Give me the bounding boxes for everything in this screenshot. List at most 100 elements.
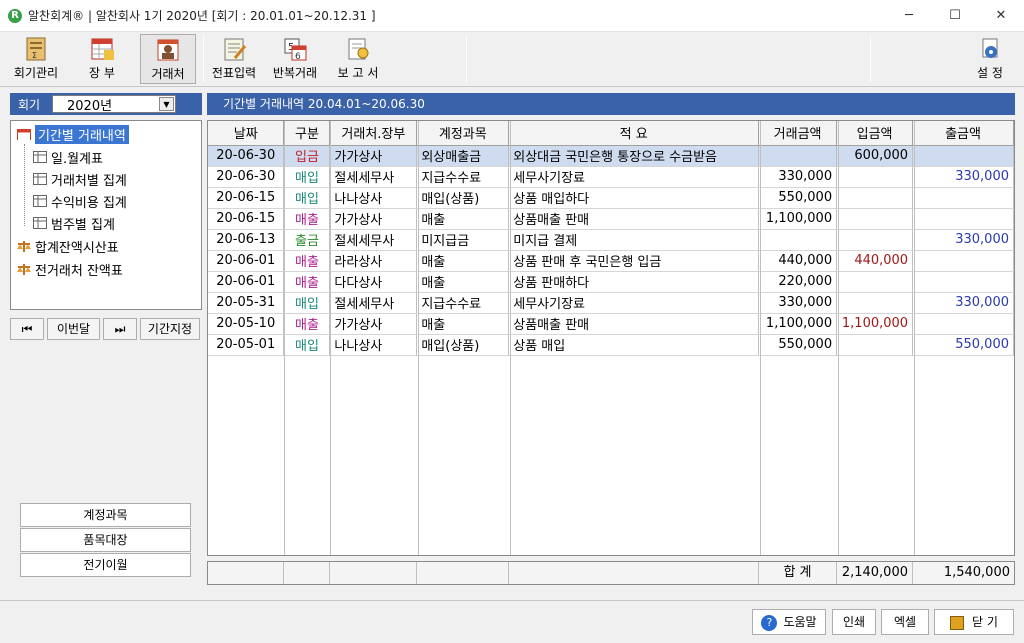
cell-account: 외상매출금 xyxy=(416,145,510,167)
first-page-button[interactable]: ⏮ xyxy=(10,318,44,340)
column-header[interactable]: 계정과목 xyxy=(416,121,510,146)
table-row[interactable]: 20-06-30 입금 가가상사 외상매출금 외상대금 국민은행 통장으로 수금받음 60… xyxy=(208,145,1014,167)
last-page-button[interactable]: ⏭ xyxy=(103,318,137,340)
period-label: 회기 xyxy=(18,97,41,112)
cell-withdraw xyxy=(912,271,1014,293)
close-button[interactable]: 닫 기 xyxy=(934,609,1014,635)
window-title: 알찬회계® | 알찬회사 1기 2020년 [회기 : 20.01.01~20.… xyxy=(28,9,376,23)
cell-memo: 상품매출 판매 xyxy=(508,313,760,335)
exit-door-icon xyxy=(950,615,965,630)
column-header[interactable]: 날짜 xyxy=(208,121,285,146)
cell-type: 매입 xyxy=(283,334,331,356)
cell-account: 매출 xyxy=(416,208,510,230)
tree-item-vendor-balance[interactable]: 전거래처 잔액표 xyxy=(17,259,123,279)
footer-bar: ? 도움말 인쇄 엑셀 닫 기 xyxy=(0,600,1024,643)
cell-date: 20-06-13 xyxy=(208,229,285,251)
report-tree: 기간별 거래내역 일.월계표 거래처별 집계 수익비용 집계 범주별 집계 합계… xyxy=(10,120,202,310)
cell-withdraw: 330,000 xyxy=(912,292,1014,314)
table-row[interactable]: 20-06-13 출금 절세세무사 미지급금 미지급 결제 330,000 xyxy=(208,229,1014,251)
period-dropdown[interactable]: 2020년 ▼ xyxy=(52,95,176,114)
tree-item-period-transactions[interactable]: 기간별 거래내역 xyxy=(17,124,129,144)
cell-date: 20-05-31 xyxy=(208,292,285,314)
table-row[interactable]: 20-05-10 매출 가가상사 매출 상품매출 판매 1,100,000 1,100,00… xyxy=(208,313,1014,335)
table-icon xyxy=(33,217,47,229)
cell-vendor: 가가상사 xyxy=(329,208,418,230)
print-button[interactable]: 인쇄 xyxy=(832,609,876,635)
cell-date: 20-06-30 xyxy=(208,145,285,167)
tree-item-daily-monthly[interactable]: 일.월계표 xyxy=(33,147,103,167)
transaction-table: 날짜 구분 거래처.장부 계정과목 적 요 거래금액 입금액 출금액 20-06-30 입금 가가… xyxy=(208,121,1014,356)
tree-item-trial-balance[interactable]: 합계잔액시산표 xyxy=(17,236,119,256)
cell-type: 매출 xyxy=(283,208,331,230)
cell-date: 20-06-15 xyxy=(208,208,285,230)
settings-button[interactable]: 설 정 xyxy=(970,34,1010,84)
period-nav: ⏮ 이번달 ⏭ 기간지정 xyxy=(10,318,203,340)
table-row[interactable]: 20-06-01 매출 다다상사 매출 상품 판매하다 220,000 xyxy=(208,271,1014,293)
column-header[interactable]: 입금액 xyxy=(836,121,914,146)
cell-deposit xyxy=(836,187,914,209)
cell-type: 입금 xyxy=(283,145,331,167)
cell-deposit xyxy=(836,229,914,251)
table-row[interactable]: 20-06-01 매출 라라상사 매출 상품 판매 후 국민은행 입금 440,000 44… xyxy=(208,250,1014,272)
tree-item-category-summary[interactable]: 범주별 집계 xyxy=(33,213,115,233)
toolbar-divider xyxy=(870,36,871,82)
column-header[interactable]: 출금액 xyxy=(912,121,1014,146)
column-header[interactable]: 거래처.장부 xyxy=(329,121,418,146)
column-header[interactable]: 거래금액 xyxy=(758,121,838,146)
table-row[interactable]: 20-06-15 매입 나나상사 매입(상품) 상품 매입하다 550,000 xyxy=(208,187,1014,209)
table-row[interactable]: 20-06-30 매입 절세세무사 지급수수료 세무사기장료 330,000 330,000 xyxy=(208,166,1014,188)
close-window-button[interactable]: ✕ xyxy=(978,0,1024,32)
item-ledger-button[interactable]: 품목대장 xyxy=(20,528,191,552)
cell-withdraw xyxy=(912,145,1014,167)
column-header[interactable]: 구분 xyxy=(283,121,331,146)
minimize-button[interactable]: ─ xyxy=(886,0,932,32)
set-period-button[interactable]: 기간지정 xyxy=(140,318,200,340)
toolbar-divider xyxy=(466,36,467,82)
toolbar: Σ 회기관리 장 부 거래처 전표입력 56 반복거래 보 고 서 설 정 xyxy=(0,32,1024,87)
contact-card-icon xyxy=(155,37,181,63)
account-period-button[interactable]: Σ 회기관리 xyxy=(8,34,64,84)
table-row[interactable]: 20-05-31 매입 절세세무사 지급수수료 세무사기장료 330,000 330,000 xyxy=(208,292,1014,314)
cell-deposit xyxy=(836,166,914,188)
cell-memo: 상품 판매하다 xyxy=(508,271,760,293)
cell-vendor: 절세세무사 xyxy=(329,229,418,251)
cell-vendor: 나나상사 xyxy=(329,334,418,356)
cell-amount xyxy=(758,229,838,251)
cell-account: 매출 xyxy=(416,250,510,272)
cell-account: 지급수수료 xyxy=(416,166,510,188)
cell-memo: 상품 판매 후 국민은행 입금 xyxy=(508,250,760,272)
this-month-button[interactable]: 이번달 xyxy=(47,318,100,340)
cell-account: 지급수수료 xyxy=(416,292,510,314)
cell-withdraw xyxy=(912,250,1014,272)
table-row[interactable]: 20-05-01 매입 나나상사 매입(상품) 상품 매입 550,000 550,000 xyxy=(208,334,1014,356)
cell-withdraw: 550,000 xyxy=(912,334,1014,356)
ledger-button[interactable]: 장 부 xyxy=(76,34,128,84)
tree-item-income-expense[interactable]: 수익비용 집계 xyxy=(33,191,127,211)
calendar-icon xyxy=(17,129,31,140)
vendor-button[interactable]: 거래처 xyxy=(140,34,196,84)
sidebar-bottom-buttons: 계정과목 품목대장 전기이월 xyxy=(20,503,191,578)
total-deposit: 2,140,000 xyxy=(837,562,913,584)
carry-forward-button[interactable]: 전기이월 xyxy=(20,553,191,577)
help-button[interactable]: ? 도움말 xyxy=(752,609,826,635)
cell-date: 20-06-30 xyxy=(208,166,285,188)
tree-item-vendor-summary[interactable]: 거래처별 집계 xyxy=(33,169,127,189)
total-label: 합 계 xyxy=(759,562,837,584)
cell-deposit: 1,100,000 xyxy=(836,313,914,335)
column-header[interactable]: 적 요 xyxy=(508,121,760,146)
calendar-repeat-icon: 56 xyxy=(282,36,308,62)
table-row[interactable]: 20-06-15 매출 가가상사 매출 상품매출 판매 1,100,000 xyxy=(208,208,1014,230)
maximize-button[interactable]: ☐ xyxy=(932,0,978,32)
cell-type: 매출 xyxy=(283,313,331,335)
cell-vendor: 다다상사 xyxy=(329,271,418,293)
report-button[interactable]: 보 고 서 xyxy=(332,34,384,84)
gear-icon xyxy=(977,36,1003,62)
voucher-input-button[interactable]: 전표입력 xyxy=(208,34,260,84)
cell-date: 20-05-10 xyxy=(208,313,285,335)
cell-date: 20-05-01 xyxy=(208,334,285,356)
cell-memo: 세무사기장료 xyxy=(508,292,760,314)
repeat-transaction-button[interactable]: 56 반복거래 xyxy=(268,34,322,84)
chevron-down-icon[interactable]: ▼ xyxy=(159,97,174,111)
excel-button[interactable]: 엑셀 xyxy=(881,609,929,635)
account-subjects-button[interactable]: 계정과목 xyxy=(20,503,191,527)
